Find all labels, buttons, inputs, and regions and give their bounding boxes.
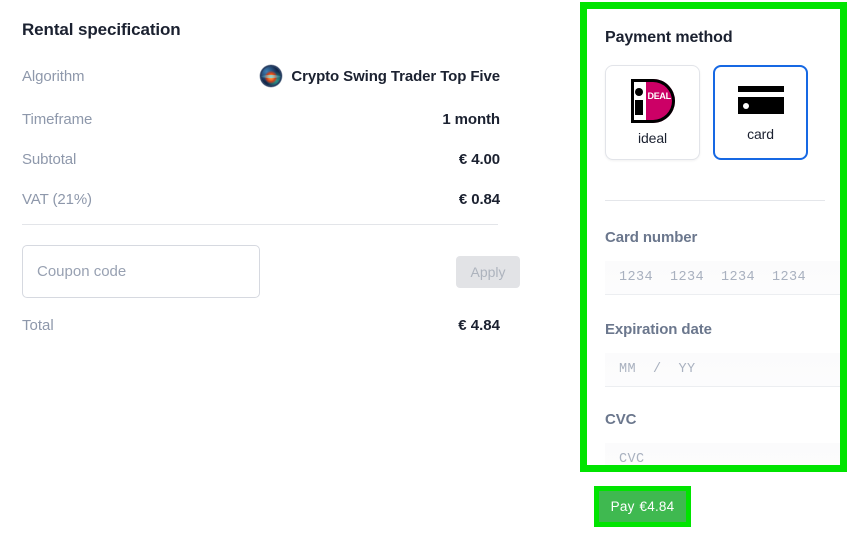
panel-divider — [605, 200, 825, 201]
spec-row-vat: VAT (21%) € 0.84 — [22, 187, 500, 211]
payment-method-card[interactable]: card — [713, 65, 808, 160]
ideal-logo-text: DEAL — [647, 91, 672, 101]
crypto-coin-icon — [260, 65, 283, 87]
payment-method-card-label: card — [747, 126, 774, 142]
total-value: € 4.84 — [458, 317, 500, 334]
expiration-date-input[interactable] — [605, 353, 840, 387]
coupon-code-input[interactable] — [22, 245, 260, 298]
spec-value-algorithm: Crypto Swing Trader Top Five — [260, 65, 500, 87]
spec-row-timeframe: Timeframe 1 month — [22, 107, 500, 131]
payment-method-ideal[interactable]: DEAL ideal — [605, 65, 700, 160]
spec-value-vat: € 0.84 — [458, 190, 500, 208]
cvc-input[interactable] — [605, 443, 840, 465]
credit-card-icon — [737, 83, 784, 119]
cvc-label: CVC — [605, 411, 637, 428]
spec-label-algorithm: Algorithm — [22, 67, 85, 85]
spec-row-algorithm: Algorithm Crypto Swing Trader Top Five — [22, 64, 500, 88]
payment-method-ideal-label: ideal — [637, 130, 668, 146]
ideal-logo-icon: DEAL — [627, 79, 679, 123]
payment-method-panel: Payment method DEAL ideal card Card numb… — [587, 9, 840, 465]
payment-method-panel-highlight: Payment method DEAL ideal card Card numb… — [580, 2, 847, 472]
algorithm-name: Crypto Swing Trader Top Five — [291, 67, 500, 85]
pay-button[interactable]: Pay €4.84 — [599, 491, 686, 522]
spec-value-subtotal: € 4.00 — [458, 150, 500, 168]
pay-button-highlight: Pay €4.84 — [594, 486, 691, 527]
card-number-input[interactable] — [605, 261, 840, 295]
page-title: Rental specification — [22, 20, 181, 39]
section-divider — [22, 224, 498, 225]
pay-button-amount: €4.84 — [639, 499, 675, 514]
spec-label-subtotal: Subtotal — [22, 150, 77, 168]
spec-label-vat: VAT (21%) — [22, 190, 92, 208]
card-number-label: Card number — [605, 229, 698, 246]
spec-value-timeframe: 1 month — [442, 110, 500, 128]
pay-button-label: Pay — [610, 499, 635, 514]
spec-label-timeframe: Timeframe — [22, 110, 93, 128]
total-label: Total — [22, 317, 54, 334]
total-row: Total € 4.84 — [22, 317, 500, 334]
rental-specification-section: Rental specification Algorithm Crypto Sw… — [22, 0, 520, 548]
expiration-date-label: Expiration date — [605, 321, 712, 338]
spec-row-subtotal: Subtotal € 4.00 — [22, 147, 500, 171]
apply-coupon-button[interactable]: Apply — [456, 256, 520, 288]
payment-method-title: Payment method — [605, 29, 733, 46]
